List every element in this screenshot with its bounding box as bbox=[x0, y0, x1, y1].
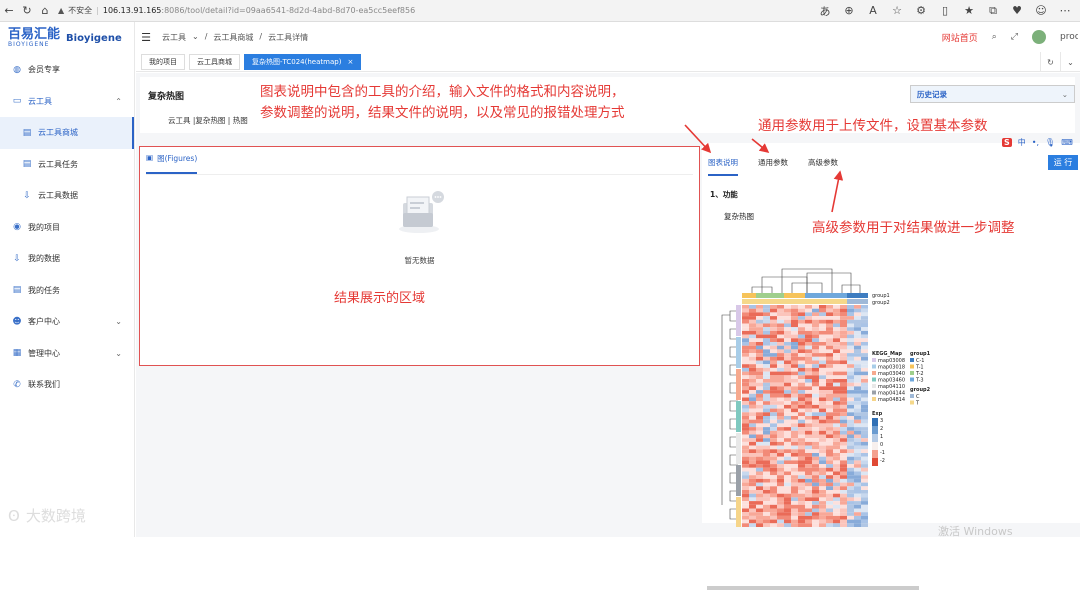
annotation-arrows bbox=[684, 124, 844, 213]
watermark-logo-icon: ʘ bbox=[8, 506, 20, 525]
horizontal-scrollbar[interactable] bbox=[707, 586, 919, 590]
watermark: ʘ 大数跨境 bbox=[8, 505, 86, 526]
watermark-text: 大数跨境 bbox=[25, 507, 86, 525]
